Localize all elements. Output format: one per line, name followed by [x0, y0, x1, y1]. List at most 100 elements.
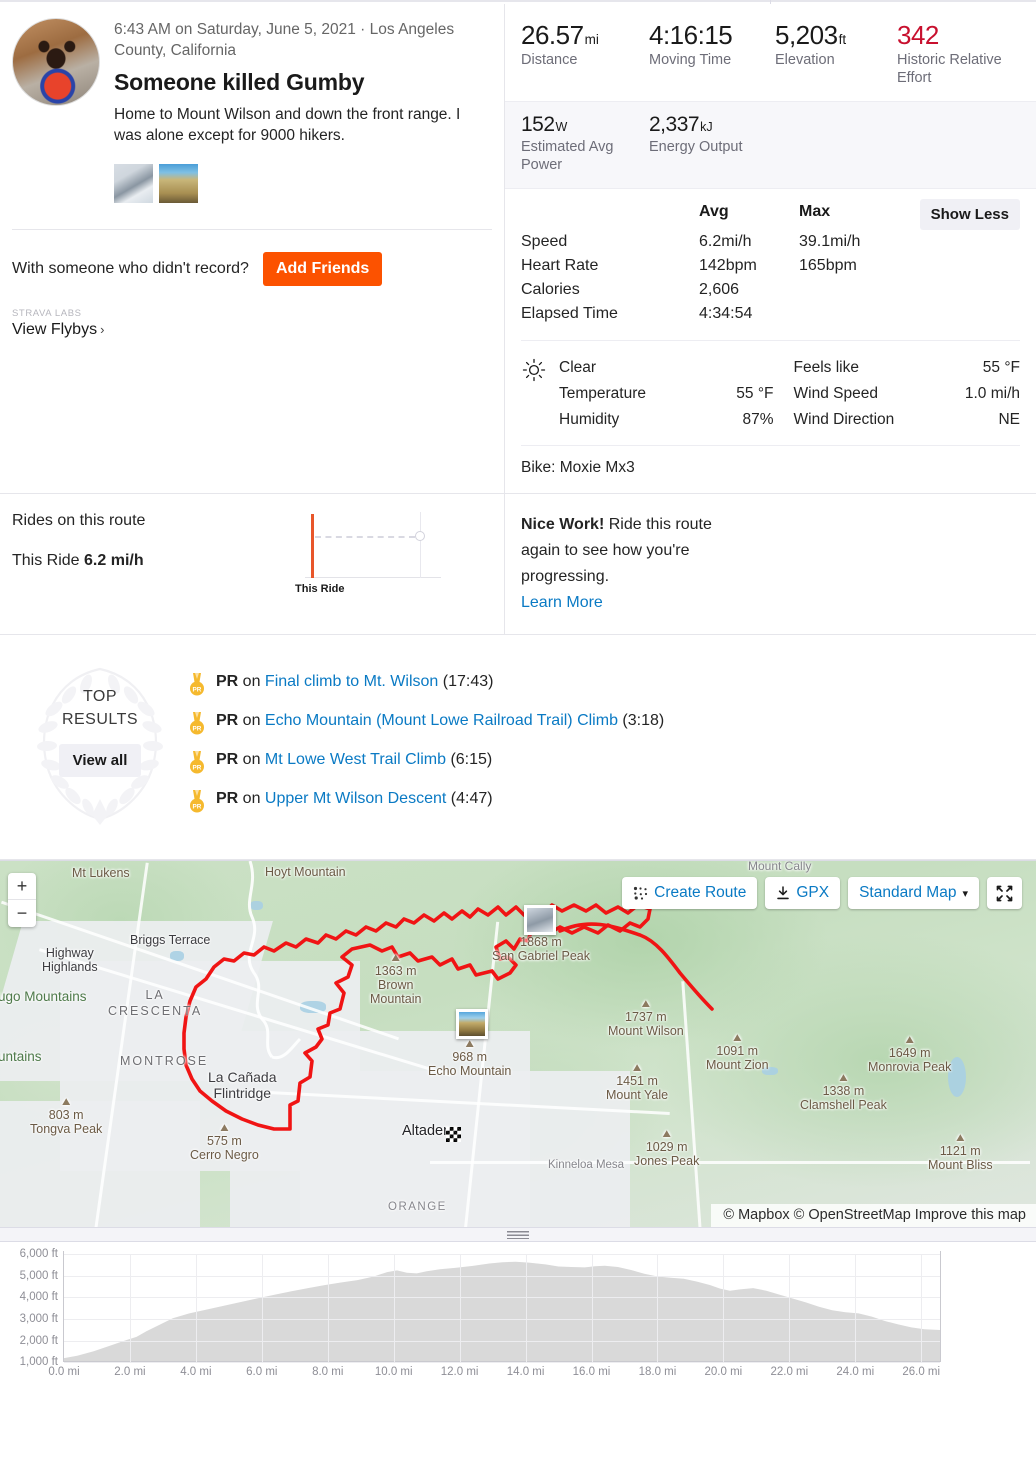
grid-line-vertical — [459, 1254, 461, 1363]
stat-distance-value: 26.57mi — [521, 20, 639, 50]
stat-avg-power-value: 152W — [521, 114, 639, 136]
pr-text: PR on Final climb to Mt. Wilson (17:43) — [216, 673, 493, 691]
grid-line-vertical — [591, 1254, 593, 1363]
weather-humidity-label: Humidity — [559, 410, 620, 428]
zoom-in-button[interactable]: + — [8, 873, 36, 901]
route-map[interactable]: Mt Lukens Hoyt Mountain Mount Cally Brig… — [0, 860, 1036, 1229]
view-flybys-label: View Flybys — [12, 321, 98, 338]
row-speed-name: Speed — [521, 232, 568, 250]
peak-icon: ⛰ — [733, 1033, 742, 1045]
map-label-tongva-peak: ⛰ 803 m Tongva Peak — [30, 1097, 103, 1137]
laurel-wreath: TOP RESULTS View all — [12, 657, 188, 826]
learn-more-link[interactable]: Learn More — [521, 594, 603, 611]
y-axis-line — [63, 1251, 64, 1363]
pr-segment-link[interactable]: Upper Mt Wilson Descent — [265, 790, 446, 807]
row-calories-max — [799, 278, 919, 302]
map-label-hoyt-mountain: Hoyt Mountain — [265, 865, 346, 880]
x-axis-tick: 26.0 mi — [902, 1366, 941, 1379]
stat-relative-effort: 342 Historic Relative Effort — [897, 21, 1017, 87]
view-all-button[interactable]: View all — [58, 743, 142, 777]
this-ride-value: 6.2 mi/h — [84, 551, 144, 569]
pr-segment-link[interactable]: Final climb to Mt. Wilson — [265, 673, 438, 690]
weather-temperature-value: 55 °F — [736, 384, 774, 402]
weather-feels-like-label: Feels like — [793, 358, 859, 376]
stat-distance-number: 26.57 — [521, 20, 584, 50]
detail-stats-table-wrap: Show Less Avg Max Speed 6.2mi/h 39.1mi/h… — [505, 189, 1036, 326]
y-axis-tick: 2,000 ft — [19, 1334, 58, 1347]
pr-text: PR on Upper Mt Wilson Descent (4:47) — [216, 790, 493, 808]
add-friends-button[interactable]: Add Friends — [262, 252, 383, 286]
fullscreen-button[interactable] — [987, 877, 1022, 910]
chevron-down-icon: ▾ — [962, 887, 968, 900]
weather-wind-speed-label: Wind Speed — [793, 384, 878, 402]
peak-icon: ⛰ — [662, 1129, 671, 1141]
x-axis-tick: 22.0 mi — [770, 1366, 809, 1379]
pr-segment-link[interactable]: Echo Mountain (Mount Lowe Railroad Trail… — [265, 712, 618, 729]
map-label-mt-lukens: Mt Lukens — [72, 866, 130, 881]
peak-icon: ⛰ — [391, 953, 400, 965]
view-flybys-link[interactable]: View Flybys › — [12, 321, 492, 339]
stat-moving-time-label: Moving Time — [649, 52, 732, 69]
activity-photo-1[interactable] — [114, 164, 153, 203]
weather-temperature-label: Temperature — [559, 384, 647, 402]
map-label-mount-bliss: ⛰ 1121 m Mount Bliss — [928, 1133, 993, 1173]
peak-icon: ⛰ — [839, 1073, 848, 1085]
pr-label: PR — [216, 790, 239, 808]
row-calories-avg: 2,606 — [699, 280, 740, 298]
map-style-dropdown[interactable]: Standard Map ▾ — [848, 877, 979, 910]
stat-relative-effort-label: Historic Relative Effort — [897, 52, 1002, 86]
route-compare-chart: This Ride — [287, 511, 447, 595]
stat-avg-power-number: 152 — [521, 113, 555, 137]
map-label-briggs-terrace: Briggs Terrace — [130, 933, 211, 948]
stat-moving-time-value: 4:16:15 — [649, 21, 765, 49]
stat-avg-power: 152W Estimated Avg Power — [521, 114, 649, 174]
table-row: Heart Rate 142bpm 165bpm — [521, 254, 1020, 278]
x-axis-tick: 10.0 mi — [374, 1366, 413, 1379]
avatar[interactable] — [12, 18, 100, 106]
weather-wind-direction-row: Wind Direction NE — [790, 407, 1021, 433]
row-hr-avg: 142bpm — [699, 256, 757, 274]
gpx-download-button[interactable]: GPX — [765, 877, 841, 910]
show-less-button[interactable]: Show Less — [919, 198, 1020, 230]
create-route-button[interactable]: Create Route — [622, 877, 758, 910]
zoom-out-button[interactable]: − — [8, 900, 36, 927]
weather-humidity-value: 87% — [742, 410, 774, 428]
map-resize-handle[interactable] — [0, 1228, 1036, 1243]
grid-line-vertical — [657, 1254, 659, 1363]
strava-labs-label: STRAVA LABS — [12, 308, 82, 319]
map-label-highway-highlands: Highway Highlands — [42, 946, 98, 975]
weather-condition-row: Clear — [559, 355, 790, 381]
top-results-section: TOP RESULTS View all PR PR on Final clim… — [0, 635, 1036, 861]
pr-segment-link[interactable]: Mt Lowe West Trail Climb — [265, 751, 446, 768]
map-label-montrose: MONTROSE — [120, 1054, 209, 1069]
list-item: PR PR on Echo Mountain (Mount Lowe Railr… — [188, 712, 664, 736]
map-label-san-gabriel-peak: 1868 m San Gabriel Peak — [492, 935, 590, 964]
activity-photos — [114, 164, 492, 203]
this-ride-marker — [311, 513, 314, 578]
activity-summary: 6:43 AM on Saturday, June 5, 2021 · Los … — [0, 4, 1036, 494]
stat-energy-output-unit: kJ — [700, 120, 713, 135]
map-attribution[interactable]: © Mapbox © OpenStreetMap Improve this ma… — [711, 1204, 1036, 1228]
activity-photo-2[interactable] — [159, 164, 198, 203]
map-photo-marker-1[interactable] — [524, 905, 556, 936]
map-zoom-controls[interactable]: + − — [8, 873, 36, 928]
peak-icon: ⛰ — [220, 1123, 229, 1135]
peak-icon: ⛰ — [956, 1133, 965, 1145]
list-item: PR PR on Final climb to Mt. Wilson (17:4… — [188, 673, 664, 697]
stat-elevation-label: Elevation — [775, 52, 835, 69]
primary-stats: 26.57mi Distance 4:16:15 Moving Time 5,2… — [505, 4, 1036, 101]
weather-wind-speed-row: Wind Speed 1.0 mi/h — [790, 381, 1021, 407]
top-results-heading-line1: TOP — [82, 688, 118, 706]
weather-humidity-row: Humidity 87% — [559, 407, 790, 433]
peak-icon: ⛰ — [465, 1039, 474, 1051]
svg-text:PR: PR — [193, 726, 202, 733]
x-axis-tick: 24.0 mi — [836, 1366, 875, 1379]
y-axis-tick: 3,000 ft — [19, 1313, 58, 1326]
grid-line-vertical — [723, 1254, 725, 1363]
map-photo-marker-3[interactable] — [456, 1009, 488, 1040]
activity-datetime-location: 6:43 AM on Saturday, June 5, 2021 · Los … — [114, 21, 455, 59]
elevation-chart[interactable]: 6,000 ft 5,000 ft 4,000 ft 3,000 ft 2,000 ft… — [0, 1242, 1036, 1393]
stat-distance-label: Distance — [521, 52, 578, 69]
map-style-label: Standard Map — [859, 884, 957, 902]
route-compare-left: Rides on this route This Ride 6.2 mi/h T… — [0, 493, 505, 635]
